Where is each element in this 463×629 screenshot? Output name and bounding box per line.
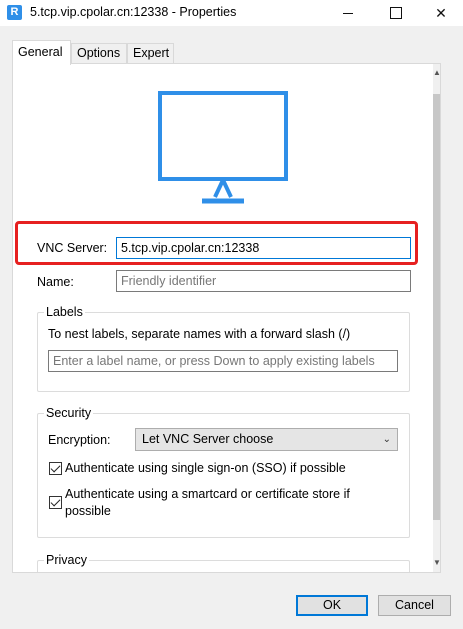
labels-input[interactable]: Enter a label name, or press Down to app…	[48, 350, 398, 372]
name-label: Name:	[37, 275, 74, 289]
encryption-select[interactable]: Let VNC Server choose ⌄	[135, 428, 398, 451]
monitor-icon	[158, 91, 288, 204]
vnc-server-input[interactable]: 5.tcp.vip.cpolar.cn:12338	[116, 237, 411, 259]
ok-button[interactable]: OK	[296, 595, 368, 616]
scroll-thumb[interactable]	[433, 94, 440, 520]
labels-placeholder: Enter a label name, or press Down to app…	[53, 354, 375, 368]
privacy-group	[37, 560, 410, 572]
cancel-button[interactable]: Cancel	[378, 595, 451, 616]
smartcard-checkbox[interactable]	[49, 496, 62, 509]
scroll-down-arrow[interactable]: ▼	[433, 558, 440, 567]
chevron-down-icon: ⌄	[382, 434, 391, 445]
tab-options[interactable]: Options	[71, 43, 127, 64]
encryption-label: Encryption:	[48, 433, 111, 447]
smartcard-label-line1: Authenticate using a smartcard or certif…	[65, 487, 350, 501]
labels-hint: To nest labels, separate names with a fo…	[48, 327, 351, 341]
security-group-title: Security	[44, 406, 94, 420]
name-input[interactable]: Friendly identifier	[116, 270, 411, 292]
scrollbar[interactable]: ▲ ▼	[433, 64, 440, 572]
privacy-group-title: Privacy	[44, 553, 89, 567]
labels-group-title: Labels	[44, 305, 85, 319]
minimize-button[interactable]	[325, 0, 371, 26]
tab-general[interactable]: General	[12, 40, 71, 65]
encryption-value: Let VNC Server choose	[142, 432, 274, 446]
vnc-server-label: VNC Server:	[37, 241, 108, 255]
tab-expert[interactable]: Expert	[127, 43, 174, 64]
sso-checkbox[interactable]	[49, 462, 62, 475]
close-button[interactable]: ✕	[418, 0, 463, 26]
app-icon: R	[7, 5, 22, 20]
name-placeholder: Friendly identifier	[121, 274, 217, 288]
general-panel: VNC Server: 5.tcp.vip.cpolar.cn:12338 Na…	[12, 63, 441, 573]
maximize-button[interactable]	[372, 0, 418, 26]
title-bar: R 5.tcp.vip.cpolar.cn:12338 - Properties…	[0, 0, 463, 26]
window-title: 5.tcp.vip.cpolar.cn:12338 - Properties	[30, 5, 237, 19]
smartcard-label-line2: possible	[65, 504, 111, 518]
sso-label: Authenticate using single sign-on (SSO) …	[65, 461, 346, 475]
scroll-up-arrow[interactable]: ▲	[433, 68, 440, 77]
